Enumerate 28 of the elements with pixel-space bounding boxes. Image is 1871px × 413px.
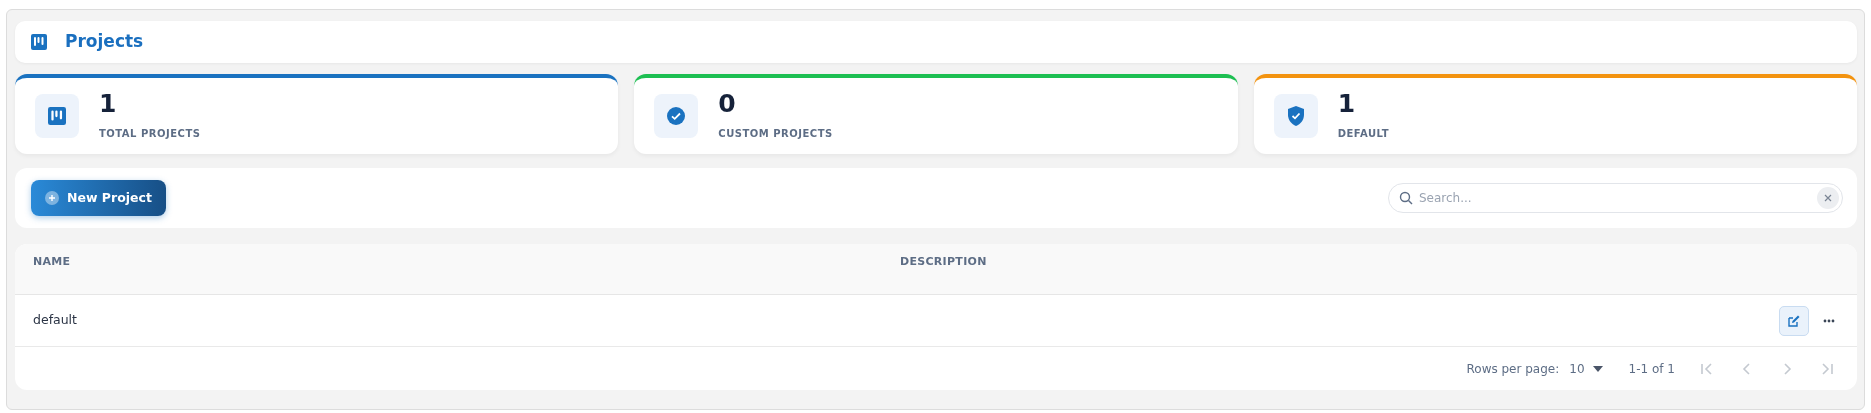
rows-per-page-select[interactable]: 10 xyxy=(1569,359,1603,378)
stat-value: 1 xyxy=(99,91,118,116)
column-header: DESCRIPTION xyxy=(899,254,988,270)
caret-icon xyxy=(1592,365,1603,372)
stat-label: TOTAL PROJECTS xyxy=(99,127,201,141)
table-cell-text: default xyxy=(32,311,78,330)
board-icon xyxy=(48,107,66,125)
stat-value: 1 xyxy=(1337,91,1357,116)
column-header: NAME xyxy=(32,254,72,270)
rows-per-page-label: Rows per page: xyxy=(1466,360,1560,378)
stat-value: 0 xyxy=(718,91,737,116)
stat-label: DEFAULT xyxy=(1337,127,1390,141)
page-title: Projects xyxy=(65,30,144,54)
new-project-button[interactable]: New Project xyxy=(31,180,166,216)
edit-button[interactable] xyxy=(1779,305,1809,336)
close-icon xyxy=(1824,194,1832,202)
check-circle-icon xyxy=(666,106,687,126)
more-icon xyxy=(1823,318,1835,323)
shield-check-icon xyxy=(1285,105,1306,127)
page-range: 1-1 of 1 xyxy=(1628,360,1675,378)
plus-circle-icon xyxy=(45,191,59,205)
last-page-icon xyxy=(1819,360,1835,377)
search-icon xyxy=(1399,191,1413,205)
first-page-icon xyxy=(1699,360,1715,377)
search-field[interactable]: Search... xyxy=(1388,183,1843,213)
edit-icon xyxy=(1787,313,1801,328)
board-icon xyxy=(31,34,47,50)
stat-label: CUSTOM PROJECTS xyxy=(718,127,833,141)
